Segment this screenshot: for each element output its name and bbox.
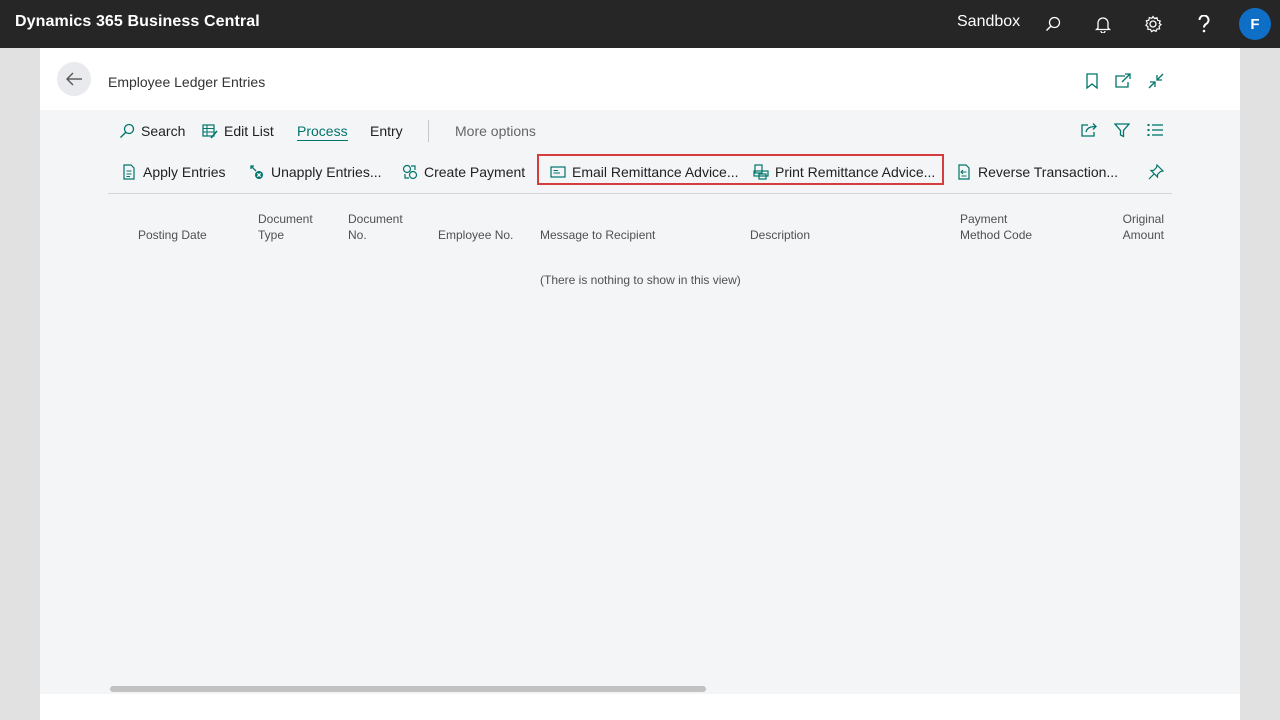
create-payment-label: Create Payment xyxy=(424,164,526,180)
column-header-message-to-recipient[interactable]: Message to Recipient xyxy=(540,227,655,243)
filter-icon[interactable] xyxy=(1112,120,1132,140)
action-separator xyxy=(428,120,429,142)
unapply-entries-label: Unapply Entries... xyxy=(271,164,382,180)
page-header: Employee Ledger Entries xyxy=(40,48,1240,110)
apply-entries-label: Apply Entries xyxy=(143,164,226,180)
horizontal-scrollbar[interactable] xyxy=(110,686,706,692)
more-options-button[interactable]: More options xyxy=(455,123,536,139)
environment-label: Sandbox xyxy=(957,13,1021,30)
collapse-icon[interactable] xyxy=(1146,71,1166,91)
column-header-document-type[interactable]: Document Type xyxy=(258,211,313,243)
bookmark-icon[interactable] xyxy=(1082,71,1102,91)
action-bar-divider xyxy=(108,193,1172,194)
page-title: Employee Ledger Entries xyxy=(108,74,266,90)
reverse-transaction-icon xyxy=(958,164,970,180)
search-button[interactable]: Search xyxy=(119,123,185,139)
create-payment-button[interactable]: Create Payment xyxy=(402,164,525,180)
empty-list-message: (There is nothing to show in this view) xyxy=(540,273,741,287)
search-label: Search xyxy=(141,123,186,139)
apply-entries-icon xyxy=(123,164,135,180)
edit-list-button[interactable]: Edit List xyxy=(202,123,274,139)
column-header-employee-no[interactable]: Employee No. xyxy=(438,227,513,243)
column-header-description[interactable]: Description xyxy=(750,227,810,243)
print-remittance-advice-button[interactable]: Print Remittance Advice... xyxy=(753,164,935,180)
unapply-entries-icon xyxy=(250,165,263,179)
reverse-transaction-label: Reverse Transaction... xyxy=(978,164,1119,180)
reverse-transaction-button[interactable]: Reverse Transaction... xyxy=(956,164,1118,180)
edit-list-icon xyxy=(202,124,218,139)
unapply-entries-button[interactable]: Unapply Entries... xyxy=(249,164,382,180)
search-icon xyxy=(120,123,135,138)
email-remittance-advice-button[interactable]: Email Remittance Advice... xyxy=(550,164,739,180)
print-remittance-label: Print Remittance Advice... xyxy=(775,164,936,180)
back-button[interactable] xyxy=(57,62,91,96)
email-remittance-icon xyxy=(550,166,566,178)
pin-icon[interactable] xyxy=(1146,162,1166,182)
apply-entries-button[interactable]: Apply Entries xyxy=(121,164,225,180)
gear-icon[interactable] xyxy=(1141,12,1165,36)
tab-process[interactable]: Process xyxy=(297,123,348,141)
share-icon[interactable] xyxy=(1079,120,1099,140)
edit-list-label: Edit List xyxy=(224,123,274,139)
print-remittance-icon xyxy=(753,164,769,180)
app-title[interactable]: Dynamics 365 Business Central xyxy=(15,13,260,31)
tab-entry[interactable]: Entry xyxy=(370,123,403,139)
avatar[interactable]: F xyxy=(1239,8,1271,40)
bell-icon[interactable] xyxy=(1091,12,1115,36)
column-header-posting-date[interactable]: Posting Date xyxy=(138,227,207,243)
top-bar: Dynamics 365 Business Central Sandbox F xyxy=(0,0,1280,48)
bottom-strip xyxy=(40,694,1240,720)
page-panel: Employee Ledger Entries Search Edit List… xyxy=(40,48,1240,694)
email-remittance-label: Email Remittance Advice... xyxy=(572,164,739,180)
column-header-document-no[interactable]: Document No. xyxy=(348,211,403,243)
open-new-window-icon[interactable] xyxy=(1113,71,1133,91)
search-icon[interactable] xyxy=(1041,12,1065,36)
list-view-icon[interactable] xyxy=(1145,120,1165,140)
create-payment-icon xyxy=(402,164,418,180)
help-icon[interactable] xyxy=(1192,12,1216,36)
column-header-original-amount[interactable]: Original Amount xyxy=(1104,211,1164,243)
column-header-payment-method-code[interactable]: Payment Method Code xyxy=(960,211,1032,243)
